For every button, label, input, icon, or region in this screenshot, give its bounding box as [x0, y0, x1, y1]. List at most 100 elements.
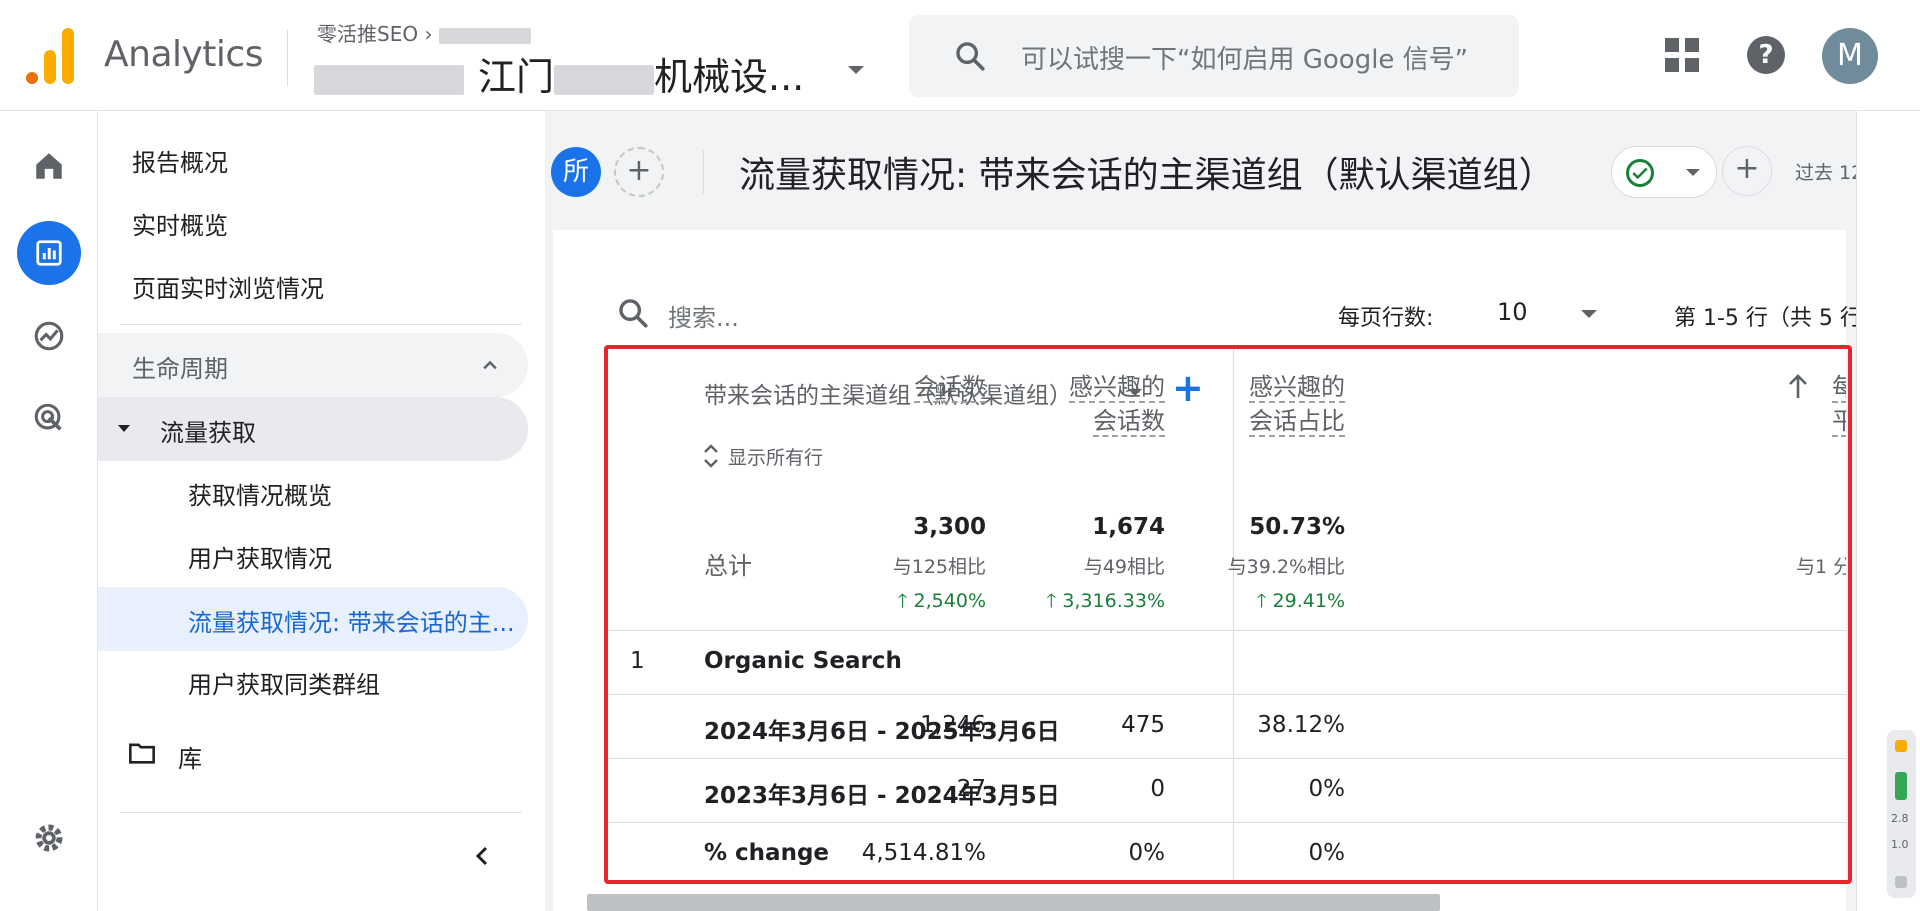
- total-compare: 与1 分: [1796, 556, 1846, 578]
- metric-header-engagement-rate[interactable]: 感兴趣的 会话占比: [1185, 370, 1345, 438]
- chevron-right-icon: ›: [424, 22, 439, 46]
- nav-item-realtime-overview[interactable]: 实时概览: [132, 206, 228, 241]
- metric-header-label: 会话数: [914, 373, 986, 403]
- add-comparison-button[interactable]: +: [614, 147, 664, 197]
- row-index: 1: [630, 648, 645, 674]
- search-icon: [619, 299, 648, 328]
- title-divider: [703, 150, 704, 194]
- collapse-nav-icon[interactable]: [470, 843, 494, 873]
- metric-header-label: 感兴趣的: [1249, 373, 1345, 403]
- home-icon[interactable]: [17, 134, 81, 198]
- nav-item-realtime-pages[interactable]: 页面实时浏览情况: [132, 269, 324, 304]
- total-engagement-rate: 50.73% 与39.2%相比 🡑 29.41%: [1228, 514, 1345, 619]
- nav-section-lifecycle[interactable]: 生命周期: [98, 333, 528, 397]
- metric-header-partial[interactable]: 每 平: [1832, 370, 1846, 438]
- nav-item-library[interactable]: 库: [178, 739, 202, 774]
- advertising-icon[interactable]: [17, 386, 81, 450]
- search-icon: [956, 42, 985, 71]
- account-name: 零活推SEO: [317, 22, 419, 46]
- browser-extension-widget[interactable]: 2.8 1.0: [1887, 730, 1916, 898]
- table-row-label[interactable]: Organic Search: [704, 648, 902, 674]
- settings-gear-icon[interactable]: [17, 806, 81, 870]
- chevron-down-icon[interactable]: [1581, 310, 1597, 318]
- table-cell: 0: [1150, 776, 1165, 802]
- apps-grid-icon[interactable]: [1665, 38, 1699, 72]
- table-cell: 475: [1121, 712, 1165, 738]
- data-table: 带来会话的主渠道组（默认渠道组） + 显示所有行 会话数 感兴趣的 会话数 感兴…: [606, 348, 1846, 881]
- nav-divider: [120, 324, 522, 325]
- property-name-prefix: 江门: [478, 55, 555, 99]
- metric-header-label: 感兴趣的: [1069, 373, 1165, 403]
- header-divider: [287, 30, 288, 86]
- sort-arrow-up-icon[interactable]: [1786, 372, 1810, 400]
- nav-divider: [120, 812, 522, 813]
- chevron-down-icon: [1686, 169, 1700, 176]
- report-status-menu[interactable]: [1611, 146, 1717, 198]
- redacted-text: [554, 64, 655, 95]
- metric-header-label: 会话占比: [1249, 407, 1345, 437]
- avatar[interactable]: M: [1822, 28, 1878, 84]
- show-all-rows-toggle[interactable]: 显示所有行: [702, 443, 823, 470]
- nav-item-user-cohort[interactable]: 用户获取同类群组: [188, 665, 380, 700]
- table-row-label: % change: [704, 840, 830, 866]
- status-icon: [1895, 772, 1907, 800]
- check-circle-icon: [1626, 159, 1654, 187]
- nav-group-traffic-acquisition[interactable]: 流量获取: [98, 397, 528, 461]
- reports-icon[interactable]: [17, 221, 81, 285]
- redacted-text: [314, 64, 464, 95]
- row-divider: [606, 694, 1846, 695]
- total-value: 50.73%: [1249, 514, 1345, 540]
- property-selector[interactable]: 江门 机械设...: [314, 46, 804, 101]
- icon-rail: [0, 111, 98, 911]
- redacted-text: [438, 27, 531, 44]
- table-cell: 4,514.81%: [861, 840, 986, 866]
- rows-per-page-label: 每页行数:: [1338, 306, 1434, 331]
- metric-header-label: 会话数: [1093, 407, 1165, 437]
- table-cell: 38.12%: [1257, 712, 1345, 738]
- segment-chip-all[interactable]: 所: [551, 147, 601, 197]
- property-name-suffix: 机械设...: [654, 55, 805, 99]
- metric-header-label: 每: [1832, 373, 1846, 403]
- total-value: 1,674: [1092, 514, 1165, 540]
- total-sessions: 3,300 与125相比 🡑 2,540%: [893, 514, 986, 619]
- nav-item-label: 流量获取情况: 带来会话的主...: [188, 609, 515, 637]
- unfold-icon: [704, 444, 718, 468]
- explore-icon[interactable]: [17, 304, 81, 368]
- row-divider: [606, 630, 1846, 631]
- chevron-down-icon[interactable]: [848, 66, 864, 74]
- rows-per-page-select[interactable]: 10: [1497, 298, 1528, 326]
- total-change-value: 3,316.33%: [1062, 590, 1165, 612]
- add-card-button[interactable]: +: [1722, 146, 1772, 196]
- table-cell: 0%: [1308, 776, 1346, 802]
- download-speed: 1.0: [1891, 838, 1909, 851]
- table-search-input[interactable]: 搜索...: [668, 298, 739, 333]
- total-compare: 与125相比: [892, 556, 986, 578]
- nav-group-label: 流量获取: [160, 419, 256, 447]
- help-icon[interactable]: ?: [1747, 36, 1785, 74]
- search-placeholder: 可以试搜一下“如何启用 Google 信号”: [1021, 45, 1469, 75]
- upload-speed: 2.8: [1891, 812, 1909, 825]
- camera-icon: [1895, 876, 1907, 888]
- global-search[interactable]: 可以试搜一下“如何启用 Google 信号”: [909, 15, 1519, 97]
- table-cell: 1,246: [920, 712, 986, 738]
- metric-header-label: 平: [1832, 407, 1846, 437]
- nav-item-traffic-acquisition[interactable]: 流量获取情况: 带来会话的主...: [98, 587, 528, 651]
- account-breadcrumb[interactable]: 零活推SEO ›: [317, 18, 531, 47]
- shield-icon: [1895, 740, 1907, 752]
- horizontal-scrollbar[interactable]: [587, 894, 1440, 911]
- nav-item-report-overview[interactable]: 报告概况: [132, 143, 228, 178]
- totals-label: 总计: [704, 552, 752, 580]
- nav-item-acquisition-overview[interactable]: 获取情况概览: [188, 476, 332, 511]
- row-divider: [606, 758, 1846, 759]
- metric-header-engaged-sessions[interactable]: 感兴趣的 会话数: [1005, 370, 1165, 438]
- nav-item-user-acquisition[interactable]: 用户获取情况: [188, 539, 332, 574]
- table-cell: 27: [956, 776, 986, 802]
- table-cell: 0%: [1128, 840, 1166, 866]
- metric-header-sessions[interactable]: 会话数: [826, 370, 986, 404]
- total-value: 3,300: [913, 514, 986, 540]
- total-change-value: 29.41%: [1272, 590, 1345, 612]
- analytics-logo[interactable]: [26, 28, 74, 84]
- folder-icon: [128, 741, 156, 769]
- page-title: 流量获取情况: 带来会话的主渠道组（默认渠道组）: [739, 155, 1555, 196]
- caret-down-icon: [118, 425, 130, 432]
